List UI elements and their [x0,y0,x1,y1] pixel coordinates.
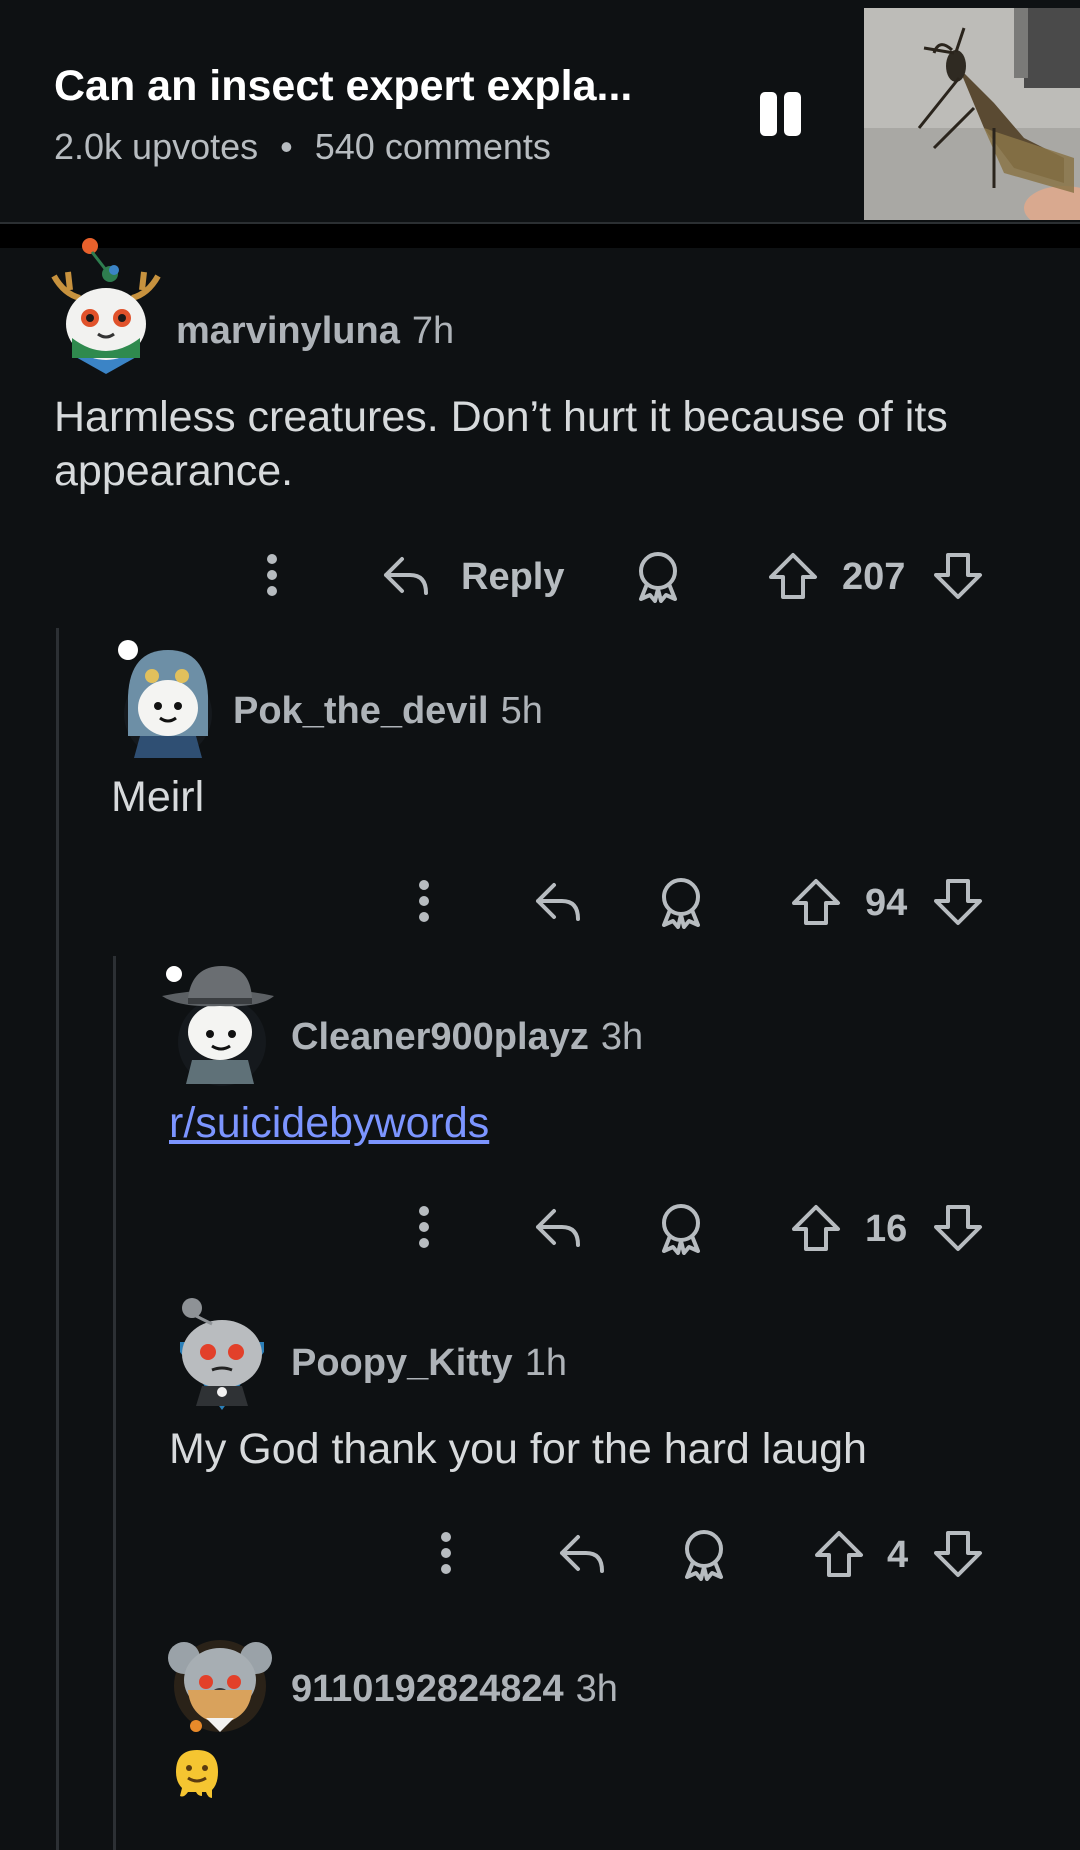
award-icon[interactable] [656,1203,706,1255]
upvote-count: 2.0k upvotes [54,126,259,167]
meta-separator: • [280,126,293,167]
comment-author[interactable]: Poopy_Kitty 1h [291,1342,567,1385]
comment-age: 7h [411,310,455,352]
award-icon[interactable] [633,551,683,603]
melting-face-icon [176,1750,218,1798]
melting-face-emoji: 🫠 [172,1748,222,1809]
comment-body: My God thank you for the hard laugh [169,1425,867,1473]
avatar[interactable] [44,234,168,389]
award-icon[interactable] [656,877,706,929]
user-avatar-deer [51,238,161,374]
user-avatar-fedora [162,966,274,1086]
thread-line-level-1[interactable] [56,628,59,1850]
upvote-arrow-icon[interactable] [790,1203,842,1253]
comment-author[interactable]: Pok_the_devil 5h [233,690,543,733]
vote-score: 16 [865,1208,908,1250]
comment-author[interactable]: 9110192824824 3h [291,1668,618,1711]
comment-age: 1h [524,1342,567,1384]
comment-author[interactable]: marvinyluna 7h [176,310,454,353]
comment-author[interactable]: Cleaner900playz 3h [291,1016,643,1059]
post-meta: 2.0k upvotes • 540 comments [54,126,551,168]
avatar[interactable] [166,1628,274,1741]
reply-arrow-icon[interactable] [532,1205,584,1253]
reply-arrow-icon[interactable] [556,1531,608,1579]
more-options-icon[interactable] [262,553,282,597]
comment-age: 3h [600,1016,644,1058]
video-thumbnail[interactable] [864,8,1080,220]
more-options-icon[interactable] [436,1531,456,1575]
comment-age: 3h [575,1668,618,1710]
thread-line-level-2[interactable] [113,956,116,1850]
vote-score: 94 [865,882,908,924]
more-options-icon[interactable] [414,879,434,923]
post-header[interactable]: Can an insect expert expla... 2.0k upvot… [0,0,1080,222]
avatar[interactable] [172,1292,272,1419]
comment-count: 540 comments [314,126,551,167]
post-title[interactable]: Can an insect expert expla... [54,62,632,111]
downvote-arrow-icon[interactable] [932,551,984,601]
reply-button[interactable]: Reply [461,556,564,599]
downvote-arrow-icon[interactable] [932,877,984,927]
upvote-arrow-icon[interactable] [813,1529,865,1579]
user-avatar-koala [168,1640,272,1732]
user-avatar-snoo [180,1298,264,1410]
more-options-icon[interactable] [414,1205,434,1249]
insect-thumbnail-image [864,8,1080,220]
award-icon[interactable] [679,1529,729,1581]
vote-score: 207 [842,556,906,598]
vote-score: 4 [887,1534,909,1576]
avatar[interactable] [160,962,276,1091]
upvote-arrow-icon[interactable] [790,877,842,927]
comment-body: Harmless creatures. Don’t hurt it becaus… [54,393,948,495]
user-avatar-hooded [118,640,212,758]
subreddit-link[interactable]: r/suicidebywords [169,1096,1029,1150]
comment-age: 5h [500,690,543,732]
avatar[interactable] [110,636,216,765]
downvote-arrow-icon[interactable] [932,1529,984,1579]
comment-body: Meirl [111,773,205,821]
pause-icon[interactable] [760,92,806,138]
downvote-arrow-icon[interactable] [932,1203,984,1253]
reply-arrow-icon[interactable] [380,553,432,601]
reply-arrow-icon[interactable] [532,879,584,927]
upvote-arrow-icon[interactable] [767,551,819,601]
